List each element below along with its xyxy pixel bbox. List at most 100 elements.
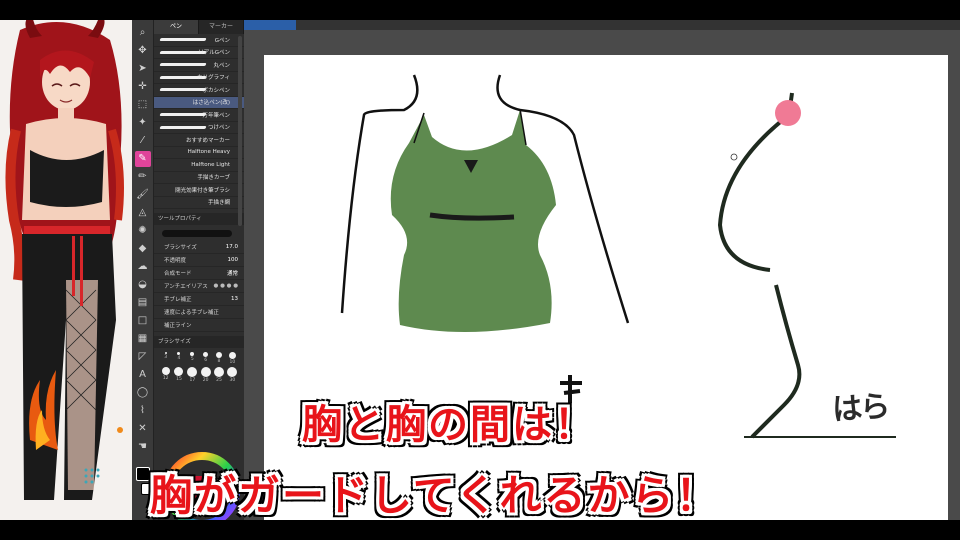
tool-property-header: ツールプロパティ [154, 213, 244, 225]
brush-label: ボカシペン [202, 87, 230, 94]
size-dot [215, 352, 222, 358]
size-dot [177, 352, 181, 355]
size-option[interactable]: 12 [160, 367, 171, 383]
size-label: 25 [216, 378, 222, 383]
brush-item[interactable]: Halftone Heavy [154, 147, 244, 159]
hand-tool-icon[interactable]: ☚ [135, 439, 151, 455]
size-label: 12 [162, 376, 169, 381]
text-tool-icon[interactable]: A [135, 367, 151, 383]
brush-item[interactable]: つけペン [154, 122, 244, 134]
tab-pen[interactable]: ペン [154, 20, 199, 34]
line-fix-icon[interactable]: ⌇ [135, 403, 151, 419]
brush-label: 閉光効果付き筆ブラシ [175, 187, 230, 194]
pen-tool-icon[interactable]: ✎ [134, 151, 151, 167]
brush-item[interactable]: カリグラフィ [154, 72, 244, 84]
size-label: 17 [189, 378, 196, 383]
fill-tool-icon[interactable]: ◒ [135, 277, 151, 293]
pencil-tool-icon[interactable]: ✏ [135, 169, 151, 185]
selection-tool-icon[interactable]: ⬚ [135, 97, 151, 113]
size-option[interactable]: 10 [227, 352, 238, 365]
zoom-tool-icon[interactable]: ⌕ [135, 25, 151, 41]
gradient-icon[interactable]: ▤ [135, 295, 151, 311]
brush-item[interactable]: 手描きカーブ [154, 172, 244, 184]
size-option[interactable]: 6 [200, 352, 211, 365]
size-label: 4 [177, 356, 181, 361]
brush-item[interactable]: 丸ペン [154, 59, 244, 72]
brush-item[interactable]: おすすめマーカー [154, 134, 244, 147]
prop-label: 不透明度 [164, 258, 187, 264]
sub-tool-panel: ペン マーカー Gペン リアルGペン 丸ペン カリグラフィ ボカシペン はさ込ペ… [154, 20, 244, 520]
brush-item-selected[interactable]: はさ込ペン(改) [154, 96, 244, 109]
size-dot [203, 352, 209, 357]
prop-speed-stabilization[interactable]: 速度による手ブレ補正 [154, 306, 244, 319]
size-option[interactable]: 25 [213, 367, 224, 383]
correct-line-icon[interactable]: ✕ [135, 421, 151, 437]
size-option[interactable]: 8 [213, 352, 224, 365]
brush-item[interactable]: 閉光効果付き筆ブラシ [154, 184, 244, 197]
ruler-tool-icon[interactable]: ◸ [135, 349, 151, 365]
brush-size-header: ブラシサイズ [154, 336, 244, 348]
main-color-swatch[interactable] [135, 467, 150, 481]
frame-tool-icon[interactable]: ▦ [135, 331, 151, 347]
drawing-canvas[interactable]: はら [264, 55, 948, 520]
brush-item[interactable]: Halftone Light [154, 159, 244, 172]
size-label: 30 [229, 378, 236, 383]
prop-correction-line[interactable]: 補正ライン [154, 319, 244, 332]
size-option[interactable]: 20 [200, 367, 211, 383]
brush-label: カリグラフィ [197, 75, 230, 82]
avatar-panel [0, 20, 132, 520]
brush-label: はさ込ペン(改) [192, 100, 230, 107]
brush-list: Gペン リアルGペン 丸ペン カリグラフィ ボカシペン はさ込ペン(改) 万年筆… [154, 34, 244, 209]
brush-label: 丸ペン [213, 62, 230, 69]
video-frame: ⌕ ✥ ➤ ✛ ⬚ ✦ ⁄ ✎ ✏ 🖌 ◬ ✺ ◆ ☁ ◒ ▤ □ ▦ ◸ A … [0, 0, 960, 540]
prop-value: 17.0 [225, 244, 238, 250]
prop-antialias[interactable]: アンチエイリアス ● ● ● ● [154, 280, 244, 293]
eyedropper-icon[interactable]: ⁄ [135, 133, 151, 149]
size-option[interactable]: 3 [160, 352, 171, 365]
figure-tool-icon[interactable]: □ [135, 313, 151, 329]
balloon-tool-icon[interactable]: ◯ [135, 385, 151, 401]
airbrush-icon[interactable]: ◬ [135, 205, 151, 221]
move-tool-icon[interactable]: ✥ [135, 43, 151, 59]
prop-opacity[interactable]: 不透明度 100 [154, 254, 244, 267]
size-option[interactable]: 15 [173, 367, 184, 383]
size-option[interactable]: 30 [227, 367, 238, 383]
brush-item[interactable]: 手描き網 [154, 197, 244, 209]
layer-move-icon[interactable]: ✛ [135, 79, 151, 95]
size-option[interactable]: 4 [173, 352, 184, 365]
decoration-icon[interactable]: ✺ [135, 223, 151, 239]
size-label: 15 [176, 377, 182, 382]
size-dot [174, 367, 184, 376]
profile-belly-line [750, 284, 802, 439]
size-label: 10 [229, 360, 236, 365]
size-dot [190, 352, 195, 356]
belly-annotation: はら [831, 389, 890, 428]
prop-label: 速度による手ブレ補正 [164, 310, 219, 316]
sketch-drawing [340, 74, 896, 439]
prop-stabilization[interactable]: 手ブレ補正 13 [154, 293, 244, 306]
brush-item[interactable]: Gペン [154, 34, 244, 47]
tab-marker[interactable]: マーカー [199, 20, 244, 34]
operation-tool-icon[interactable]: ➤ [135, 61, 151, 77]
size-option[interactable]: 17 [187, 367, 198, 383]
size-dot [187, 367, 198, 377]
prop-blend-mode[interactable]: 合成モード 通常 [154, 267, 244, 280]
prop-label: ブラシサイズ [164, 245, 197, 251]
canvas-tab[interactable] [244, 20, 296, 30]
brush-tool-icon[interactable]: 🖌 [135, 187, 151, 203]
eraser-icon[interactable]: ◆ [135, 241, 151, 257]
brush-item[interactable]: 万年筆ペン [154, 109, 244, 122]
prop-label: 合成モード [164, 271, 192, 277]
size-label: 6 [204, 358, 208, 363]
size-option[interactable]: 5 [187, 352, 198, 365]
blend-tool-icon[interactable]: ☁ [135, 259, 151, 275]
letterbox-top [0, 0, 960, 20]
size-dot [200, 367, 211, 377]
auto-select-icon[interactable]: ✦ [135, 115, 151, 131]
brush-list-scrollbar[interactable] [238, 36, 242, 226]
brush-label: 手描き網 [207, 200, 230, 207]
brush-item[interactable]: リアルGペン [154, 47, 244, 59]
prop-brush-size[interactable]: ブラシサイズ 17.0 [154, 241, 244, 254]
brush-item[interactable]: ボカシペン [154, 84, 244, 97]
antialias-dots: ● ● ● ● [213, 283, 238, 289]
